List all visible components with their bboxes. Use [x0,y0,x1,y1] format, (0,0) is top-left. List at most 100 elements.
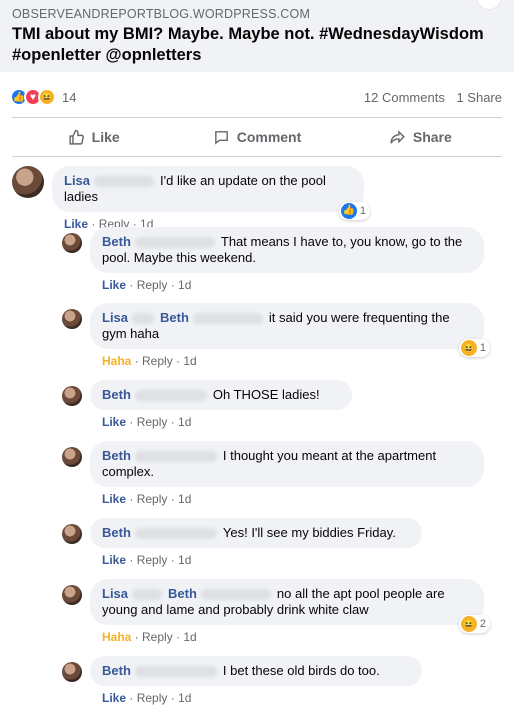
comment-author[interactable]: Lisa [102,586,128,601]
redacted-text [134,237,215,249]
tagged-user[interactable]: Beth [168,586,197,601]
comment-like-link[interactable]: Like [102,492,126,506]
like-button[interactable]: Like [12,122,175,152]
tagged-user[interactable]: Beth [160,310,189,325]
comment-reply-link[interactable]: Reply [137,415,168,429]
link-domain: OBSERVEANDREPORTBLOG.WORDPRESS.COM [12,7,311,21]
reaction-summary[interactable]: 👍 ♥ 😆 [10,88,56,106]
comment-like-link[interactable]: Like [102,553,126,567]
avatar[interactable] [62,386,82,406]
comment-meta: Like · Reply · 1d [102,691,192,705]
share-button-label: Share [412,129,452,145]
avatar[interactable] [62,447,82,467]
haha-reaction-icon: 😆 [460,616,477,632]
reaction-badge[interactable]: 👍 1 [338,202,370,220]
redacted-text [192,313,263,325]
share-button[interactable]: Share [339,122,502,152]
comment-author[interactable]: Beth [102,663,131,678]
comment-button[interactable]: Comment [175,122,338,152]
reply-comment: Lisa Beth it said you were frequenting the… [62,303,490,368]
comment-meta: Haha · Reply · 1d [102,354,197,368]
post-action-bar: Like Comment Share [12,122,502,152]
comment-like-link[interactable]: Like [102,278,126,292]
avatar[interactable] [62,309,82,329]
comment-timestamp[interactable]: 1d [178,691,191,705]
comment-author[interactable]: Beth [102,387,131,402]
reaction-badge-count: 1 [359,205,366,217]
redacted-text [94,176,155,188]
redacted-text [132,313,155,325]
comment-text: Oh THOSE ladies! [212,387,320,402]
comment-timestamp[interactable]: 1d [183,630,196,644]
redacted-text [134,666,217,678]
redacted-text [134,390,207,402]
reply-comment: Beth I bet these old birds do too. Like ·… [62,656,422,705]
comment-reply-link[interactable]: Reply [137,278,168,292]
reply-comment: Lisa Beth no all the apt pool people are y… [62,579,490,644]
comment-timestamp[interactable]: 1d [178,553,191,567]
like-button-label: Like [91,129,120,145]
divider [12,156,502,157]
comment-icon [214,130,228,145]
comment-timestamp[interactable]: 1d [178,415,191,429]
redacted-text [132,589,163,601]
reply-comment: Beth Oh THOSE ladies! Like · Reply · 1d [62,380,352,429]
comment-author[interactable]: Beth [102,525,131,540]
share-icon [390,129,405,144]
divider [12,117,502,118]
comment-author[interactable]: Lisa [102,310,128,325]
comment-reply-link[interactable]: Reply [137,691,168,705]
comment-reply-link[interactable]: Reply [137,492,168,506]
comment-meta: Haha · Reply · 1d [102,630,197,644]
comment-bubble: Lisa I'd like an update on the pool ladie… [52,166,370,220]
comment-meta: Like · Reply · 1d [102,492,192,506]
haha-reaction-icon: 😆 [460,340,477,356]
redacted-text [134,451,217,463]
redacted-text [134,528,217,540]
comment-like-link[interactable]: Like [102,415,126,429]
avatar[interactable] [62,662,82,682]
comment-reply-link[interactable]: Reply [142,354,173,368]
comment-meta: Like · Reply · 1d [102,278,192,292]
comment-reply-link[interactable]: Reply [137,553,168,567]
comment-haha-link[interactable]: Haha [102,354,131,368]
link-title[interactable]: TMI about my BMI? Maybe. Maybe not. #Wed… [12,24,502,66]
shares-count-link[interactable]: 1 Share [456,90,502,105]
reaction-badge-count: 1 [479,342,486,354]
reply-comment: Beth Yes! I'll see my biddies Friday. Lik… [62,518,422,567]
reaction-badge[interactable]: 😆 2 [458,615,490,633]
comment-bubble: Beth I thought you meant at the apartment… [90,441,484,487]
comment-author[interactable]: Lisa [64,173,90,188]
comment-meta: Like · Reply · 1d [102,553,192,567]
haha-reaction-icon: 😆 [38,88,56,106]
comment-bubble: Beth Yes! I'll see my biddies Friday. [90,518,422,548]
redacted-text [200,589,271,601]
comment-like-link[interactable]: Like [102,691,126,705]
avatar[interactable] [62,585,82,605]
avatar[interactable] [62,524,82,544]
comment-timestamp[interactable]: 1d [183,354,196,368]
comment-bubble: Beth That means I have to, you know, go t… [90,227,484,273]
comment-timestamp[interactable]: 1d [178,278,191,292]
comment-timestamp[interactable]: 1d [178,492,191,506]
comment-author[interactable]: Beth [102,448,131,463]
reaction-badge-count: 2 [479,618,486,630]
comment-haha-link[interactable]: Haha [102,630,131,644]
link-preview-card[interactable]: OBSERVEANDREPORTBLOG.WORDPRESS.COM TMI a… [0,0,514,72]
comment-author[interactable]: Beth [102,234,131,249]
comments-count-link[interactable]: 12 Comments [364,90,445,105]
reply-comment: Beth That means I have to, you know, go t… [62,227,484,292]
comment-text: Yes! I'll see my biddies Friday. [222,525,396,540]
comment-text: I bet these old birds do too. [222,663,380,678]
comment-bubble: Beth I bet these old birds do too. [90,656,422,686]
reaction-badge[interactable]: 😆 1 [458,339,490,357]
comment-meta: Like · Reply · 1d [102,415,192,429]
reaction-count[interactable]: 14 [62,90,76,105]
like-reaction-icon: 👍 [340,203,357,219]
comment-button-label: Comment [236,129,302,145]
avatar[interactable] [12,166,44,198]
comment-reply-link[interactable]: Reply [142,630,173,644]
comment-text: it said you were frequenting the gym hah… [102,310,450,341]
comment-bubble: Lisa Beth it said you were frequenting the… [90,303,490,357]
avatar[interactable] [62,233,82,253]
